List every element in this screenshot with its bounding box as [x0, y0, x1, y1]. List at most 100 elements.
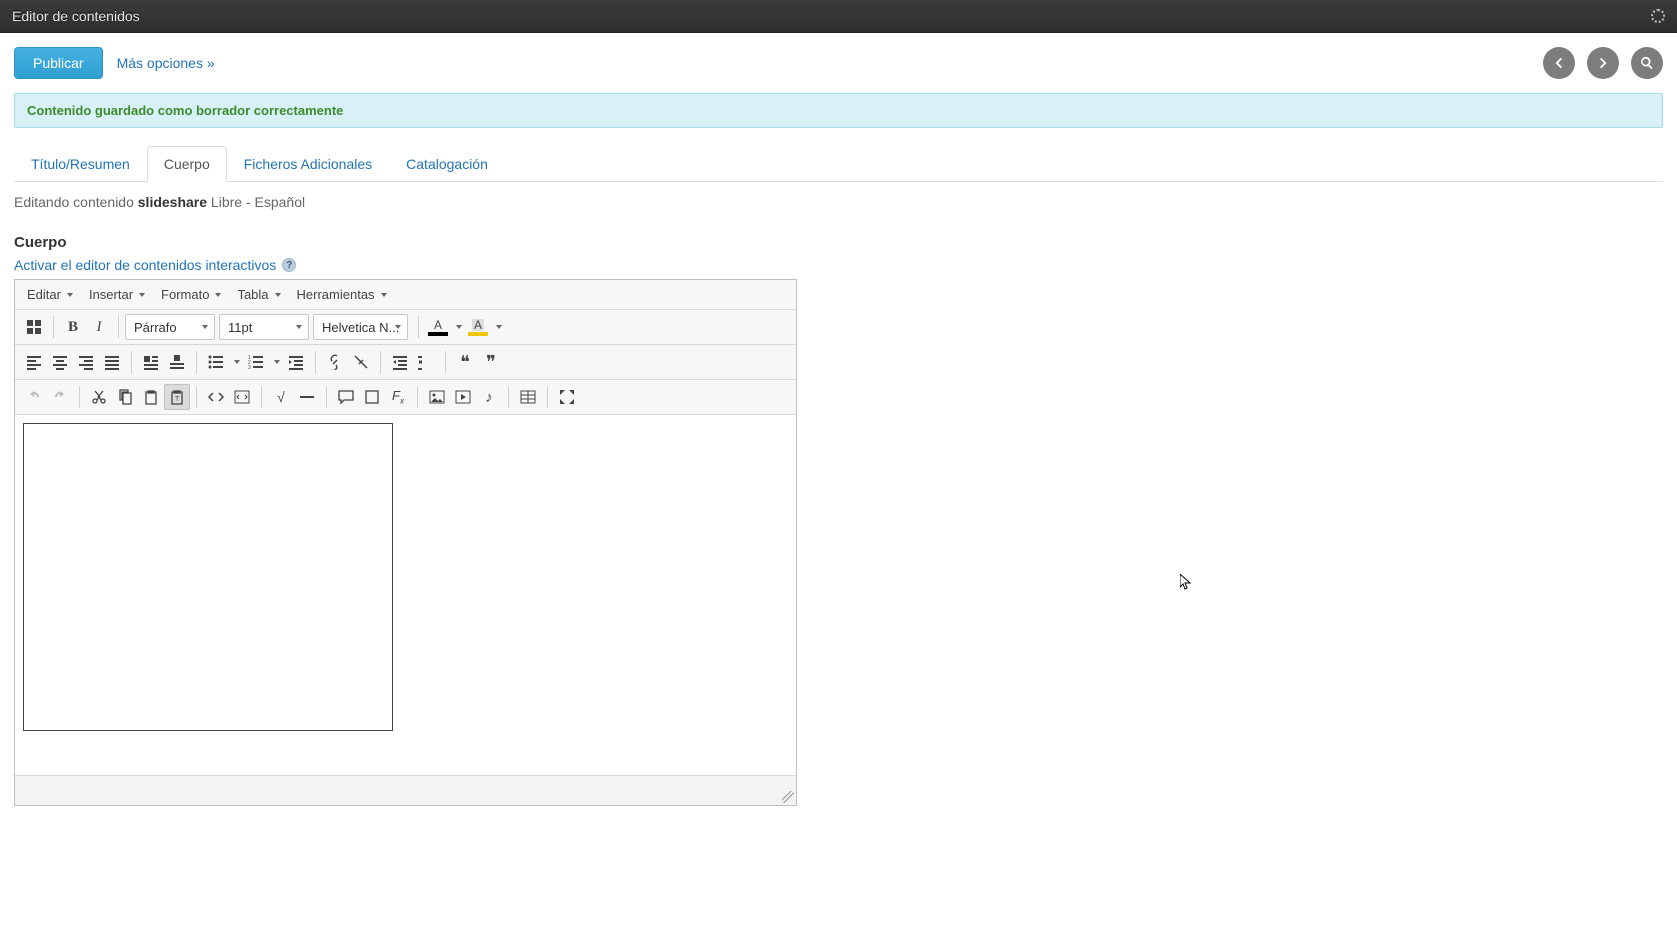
- context-prefix: Editando contenido: [14, 194, 138, 210]
- indent-left-icon: [392, 354, 408, 370]
- tab-catalogacion[interactable]: Catalogación: [389, 146, 505, 182]
- align-right-icon: [78, 354, 94, 370]
- menu-insert[interactable]: Insertar: [81, 282, 153, 307]
- code-icon: [208, 389, 224, 405]
- font-size-select[interactable]: 11pt: [219, 314, 309, 340]
- increase-indent-button[interactable]: [413, 349, 439, 375]
- formula-icon: √: [277, 389, 285, 405]
- bullet-list-dropdown[interactable]: [229, 349, 243, 375]
- insert-box-button[interactable]: [359, 384, 385, 410]
- success-alert: Contenido guardado como borrador correct…: [14, 93, 1663, 128]
- insert-image-button[interactable]: [424, 384, 450, 410]
- svg-text:T: T: [175, 396, 180, 403]
- undo-button[interactable]: [21, 384, 47, 410]
- bold-button[interactable]: B: [60, 314, 86, 340]
- italic-button[interactable]: I: [86, 314, 112, 340]
- align-left-button[interactable]: [21, 349, 47, 375]
- insert-media-button[interactable]: [450, 384, 476, 410]
- remove-format-button[interactable]: Fx: [385, 384, 411, 410]
- block-format-select[interactable]: Párrafo: [125, 314, 215, 340]
- code-block-button[interactable]: [229, 384, 255, 410]
- insert-table2-button[interactable]: [515, 384, 541, 410]
- rich-text-editor: Editar Insertar Formato Tabla Herramient…: [14, 279, 797, 806]
- editor-content-area[interactable]: [15, 415, 796, 775]
- align-right-button[interactable]: [73, 349, 99, 375]
- comment-icon: [338, 389, 354, 405]
- section-title-cuerpo: Cuerpo: [14, 234, 1663, 251]
- cut-button[interactable]: [86, 384, 112, 410]
- caret-icon: [496, 325, 502, 329]
- caret-icon: [275, 293, 281, 297]
- remove-link-button[interactable]: [348, 349, 374, 375]
- resize-handle[interactable]: [782, 791, 794, 803]
- caret-icon: [381, 293, 387, 297]
- action-bar: Publicar Más opciones »: [14, 47, 1663, 79]
- prev-button[interactable]: [1543, 47, 1575, 79]
- decrease-indent-button[interactable]: [387, 349, 413, 375]
- horizontal-rule-button[interactable]: [294, 384, 320, 410]
- paste-button[interactable]: [138, 384, 164, 410]
- editor-toolbar-row-1: B I Párrafo 11pt Helvetica N... A A: [15, 310, 796, 345]
- menu-format[interactable]: Formato: [153, 282, 229, 307]
- bullet-list-button[interactable]: [203, 349, 229, 375]
- hr-icon: [299, 389, 315, 405]
- box-icon: [364, 389, 380, 405]
- paste-text-icon: T: [169, 389, 185, 405]
- paste-text-button[interactable]: T: [164, 384, 190, 410]
- text-color-dropdown[interactable]: [451, 314, 465, 340]
- fullscreen-button[interactable]: [554, 384, 580, 410]
- search-icon: [1640, 56, 1654, 70]
- highlight-icon: A: [472, 319, 484, 331]
- outdent-button[interactable]: [283, 349, 309, 375]
- indent-right-icon: [418, 354, 434, 370]
- comment-button[interactable]: [333, 384, 359, 410]
- quote-close-icon: ❞: [486, 357, 496, 368]
- background-color-dropdown[interactable]: [491, 314, 505, 340]
- align-center-button[interactable]: [47, 349, 73, 375]
- activate-interactive-editor-link[interactable]: Activar el editor de contenidos interact…: [14, 257, 276, 273]
- help-icon[interactable]: ?: [282, 258, 296, 272]
- page-content: Publicar Más opciones » Contenido guarda…: [0, 33, 1677, 820]
- chevron-left-icon: [1552, 56, 1566, 70]
- code-block-icon: [234, 389, 250, 405]
- link-icon: [327, 354, 343, 370]
- clear-format-icon: Fx: [392, 388, 404, 406]
- menu-tools[interactable]: Herramientas: [289, 282, 395, 307]
- menu-edit[interactable]: Editar: [19, 282, 81, 307]
- templates-button[interactable]: [21, 314, 47, 340]
- align-justify-icon: [104, 354, 120, 370]
- tab-titulo-resumen[interactable]: Título/Resumen: [14, 146, 147, 182]
- copy-button[interactable]: [112, 384, 138, 410]
- caret-icon: [234, 360, 240, 364]
- tab-cuerpo[interactable]: Cuerpo: [147, 146, 227, 182]
- search-button[interactable]: [1631, 47, 1663, 79]
- float-left-button[interactable]: [138, 349, 164, 375]
- align-justify-button[interactable]: [99, 349, 125, 375]
- publish-button[interactable]: Publicar: [14, 47, 103, 79]
- grid-icon: [26, 319, 42, 335]
- insert-link-button[interactable]: [322, 349, 348, 375]
- formula-button[interactable]: √: [268, 384, 294, 410]
- text-color-button[interactable]: A: [425, 314, 451, 340]
- numbered-list-dropdown[interactable]: [269, 349, 283, 375]
- blockquote-button[interactable]: ❝: [452, 349, 478, 375]
- caret-icon: [296, 325, 302, 329]
- background-color-button[interactable]: A: [465, 314, 491, 340]
- caret-icon: [202, 325, 208, 329]
- menu-table[interactable]: Tabla: [229, 282, 288, 307]
- embedded-object-placeholder[interactable]: [23, 423, 393, 731]
- numbered-list-button[interactable]: 123: [243, 349, 269, 375]
- next-button[interactable]: [1587, 47, 1619, 79]
- caret-icon: [215, 293, 221, 297]
- more-options-link[interactable]: Más opciones »: [117, 55, 215, 71]
- caret-icon: [456, 325, 462, 329]
- insert-audio-button[interactable]: ♪: [476, 384, 502, 410]
- editor-toolbar-row-2: 123 ❝ ❞: [15, 345, 796, 380]
- tab-ficheros-adicionales[interactable]: Ficheros Adicionales: [227, 146, 389, 182]
- redo-button[interactable]: [47, 384, 73, 410]
- source-code-button[interactable]: [203, 384, 229, 410]
- blockquote-close-button[interactable]: ❞: [478, 349, 504, 375]
- font-family-select[interactable]: Helvetica N...: [313, 314, 408, 340]
- copy-icon: [117, 389, 133, 405]
- float-none-button[interactable]: [164, 349, 190, 375]
